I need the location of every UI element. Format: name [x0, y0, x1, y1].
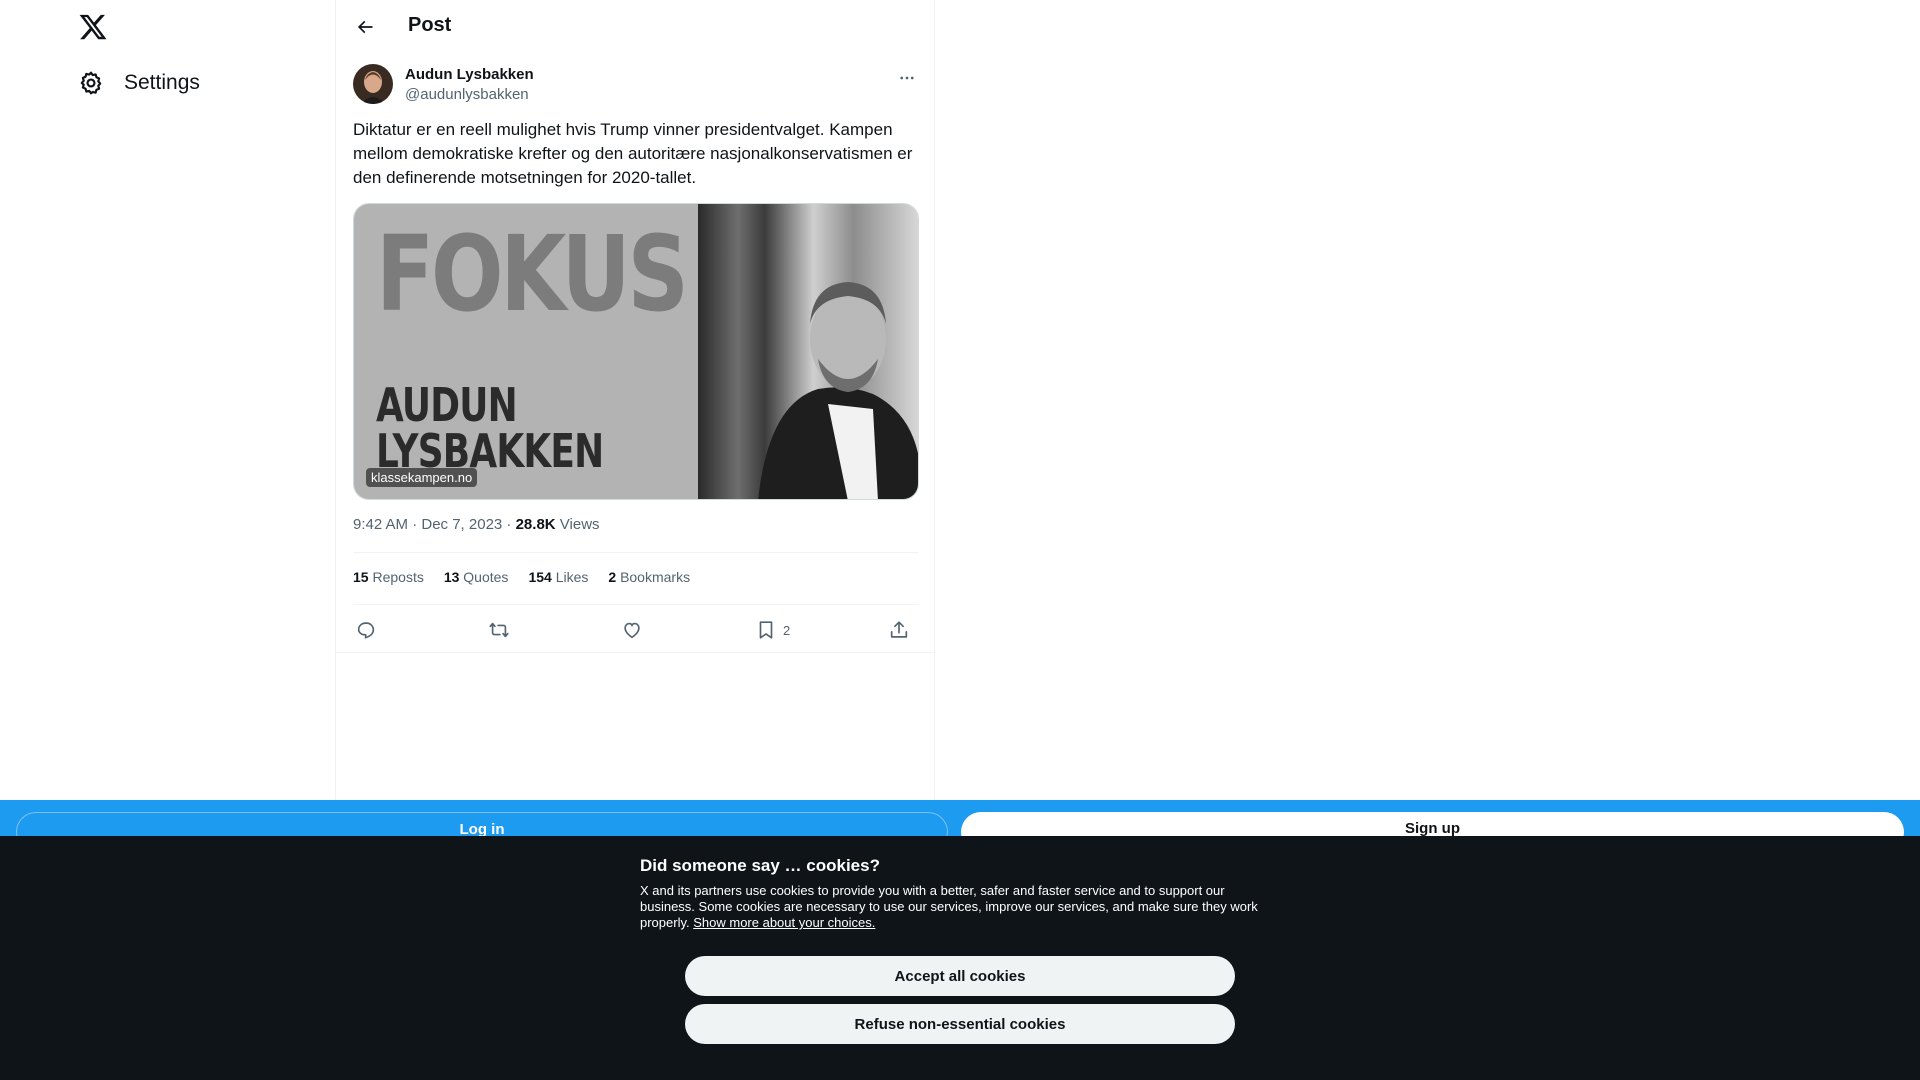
quotes-count: 13 — [443, 569, 460, 585]
post-stats: 15 Reposts 13 Quotes 154 Likes 2 Bookmar… — [353, 569, 690, 585]
avatar[interactable] — [353, 64, 393, 104]
left-nav: Settings — [0, 0, 335, 800]
bookmarks-count: 2 — [608, 569, 617, 585]
post-actions: 2 — [353, 615, 919, 645]
reposts-count: 15 — [353, 569, 369, 585]
nav-settings-label: Settings — [124, 71, 200, 94]
media-name-line1: AUDUN — [376, 378, 518, 432]
quotes-label: Quotes — [463, 569, 509, 585]
page-title: Post — [408, 14, 452, 36]
share-button[interactable] — [888, 615, 910, 645]
bookmarks-label: Bookmarks — [620, 569, 691, 585]
heart-icon — [624, 622, 640, 639]
share-icon — [890, 621, 908, 638]
x-logo-icon[interactable] — [78, 12, 110, 44]
cookie-banner: Did someone say … cookies? X and its par… — [0, 836, 1920, 1080]
stat-quotes[interactable]: 13 Quotes — [444, 569, 509, 585]
cookie-title: Did someone say … cookies? — [640, 856, 880, 875]
bookmark-count: 2 — [783, 622, 791, 638]
views-count: 28.8K — [515, 516, 556, 533]
cookie-text: X and its partners use cookies to provid… — [640, 883, 1280, 931]
media-name: AUDUN LYSBAKKEN — [376, 378, 604, 474]
post-text: Diktatur er en reell mulighet hvis Trump… — [353, 120, 913, 187]
nav-settings[interactable]: Settings — [78, 66, 200, 100]
media-source-badge: klassekampen.no — [366, 468, 478, 487]
likes-label: Likes — [555, 569, 589, 585]
author-handle[interactable]: @audunlysbakken — [405, 86, 529, 103]
bottom-signup-bar: Log in Sign up — [0, 800, 1920, 852]
stat-bookmarks[interactable]: 2 Bookmarks — [608, 569, 690, 585]
bookmark-button[interactable]: 2 — [755, 615, 790, 645]
media-graphic: FOKUS AUDUN LYSBAKKEN — [354, 204, 698, 499]
repost-icon — [489, 622, 509, 638]
repost-button[interactable] — [488, 615, 510, 645]
cookie-choices-link[interactable]: Show more about your choices. — [693, 915, 875, 930]
gear-icon — [78, 70, 104, 96]
accept-cookies-button[interactable]: Accept all cookies — [685, 956, 1235, 996]
post-header: Post — [336, 0, 936, 54]
reply-button[interactable] — [355, 615, 377, 645]
more-dots-icon — [900, 76, 914, 80]
reply-icon — [357, 622, 375, 639]
post-meta: 9:42 AM · Dec 7, 2023 · 28.8K Views — [353, 516, 600, 533]
divider — [353, 552, 919, 553]
views-label: Views — [555, 516, 600, 533]
like-button[interactable] — [621, 615, 643, 645]
divider — [336, 652, 934, 653]
more-options-button[interactable] — [895, 66, 919, 90]
post-media-card[interactable]: FOKUS AUDUN LYSBAKKEN klassekampen.no — [353, 203, 919, 500]
main-column: Post Audun Lysbakken @audunlysbakken Dik… — [335, 0, 935, 800]
refuse-cookies-button[interactable]: Refuse non-essential cookies — [685, 1004, 1235, 1044]
arrow-left-icon — [357, 20, 373, 34]
likes-count: 154 — [528, 569, 552, 585]
back-button[interactable] — [350, 12, 380, 42]
media-photo — [698, 204, 918, 499]
post-author: Audun Lysbakken @audunlysbakken — [353, 64, 919, 106]
media-headline: FOKUS — [376, 213, 689, 335]
post-time[interactable]: 9:42 AM · Dec 7, 2023 · — [353, 516, 516, 533]
stat-likes[interactable]: 154 Likes — [528, 569, 588, 585]
stat-reposts[interactable]: 15 Reposts — [353, 569, 424, 585]
divider — [353, 604, 919, 605]
author-name[interactable]: Audun Lysbakken — [405, 66, 534, 83]
bookmark-icon — [759, 621, 773, 639]
reposts-label: Reposts — [372, 569, 424, 585]
